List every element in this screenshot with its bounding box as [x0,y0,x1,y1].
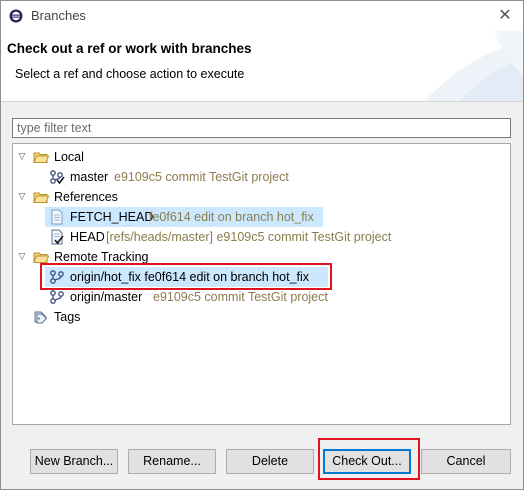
ref-file-icon [51,209,63,225]
ref-tree[interactable]: ▽ Local master e9109c5 commit TestGit pr… [12,143,511,425]
folder-open-icon [33,192,49,203]
tree-item-master[interactable]: master e9109c5 commit TestGit project [13,167,503,187]
tree-node-references[interactable]: ▽ References [13,187,503,207]
tree-node-local[interactable]: ▽ Local [13,147,503,167]
rename-button[interactable]: Rename... [128,449,216,474]
folder-open-icon [33,252,49,263]
tree-item-origin-master[interactable]: origin/master e9109c5 commit TestGit pro… [13,287,503,307]
ref-name: HEAD [70,230,105,244]
checked-out-branch-icon [50,170,65,185]
tree-label: Remote Tracking [54,250,149,264]
branch-detail: e9109c5 commit TestGit project [153,290,328,304]
ref-detail: fe0f614 edit on branch hot_fix [149,210,314,224]
tree-item-fetch-head[interactable]: FETCH_HEAD fe0f614 edit on branch hot_fi… [13,207,503,227]
header-banner-graphic [424,31,524,101]
window-title: Branches [31,8,86,23]
tree-item-head[interactable]: HEAD [refs/heads/master] e9109c5 commit … [13,227,503,247]
expand-toggle-icon[interactable]: ▽ [16,247,28,267]
branch-label: origin/hot_fix fe0f614 edit on branch ho… [70,270,310,284]
tree-label: References [54,190,118,204]
branch-name: master [70,170,109,184]
tree-node-tags[interactable]: Tags [13,307,503,327]
tags-icon [34,311,48,324]
title-bar: Branches ✕ [0,0,524,31]
check-out-button[interactable]: Check Out... [323,449,411,474]
branch-icon [50,290,64,304]
ref-detail: [refs/heads/master] e9109c5 commit TestG… [106,230,392,244]
tree-item-origin-hot-fix[interactable]: origin/hot_fix fe0f614 edit on branch ho… [13,267,503,287]
cancel-button[interactable]: Cancel [421,449,511,474]
tree-label: Local [54,150,84,164]
dialog-heading: Check out a ref or work with branches [7,41,252,56]
expand-toggle-icon[interactable]: ▽ [16,147,28,167]
close-icon[interactable]: ✕ [494,5,516,25]
eclipse-icon [9,9,23,23]
tree-node-remote-tracking[interactable]: ▽ Remote Tracking [13,247,503,267]
filter-input[interactable] [12,118,511,138]
branch-name: origin/master [70,290,143,304]
dialog-description: Select a ref and choose action to execut… [15,67,245,81]
branch-detail: e9109c5 commit TestGit project [114,170,289,184]
tree-label: Tags [54,310,81,324]
branch-icon [50,270,64,284]
expand-toggle-icon[interactable]: ▽ [16,187,28,207]
delete-button[interactable]: Delete [226,449,314,474]
folder-open-icon [33,152,49,163]
checked-ref-file-icon [51,229,64,245]
new-branch-button[interactable]: New Branch... [30,449,118,474]
ref-name: FETCH_HEAD [70,210,154,224]
dialog-header: Check out a ref or work with branches Se… [0,31,524,102]
